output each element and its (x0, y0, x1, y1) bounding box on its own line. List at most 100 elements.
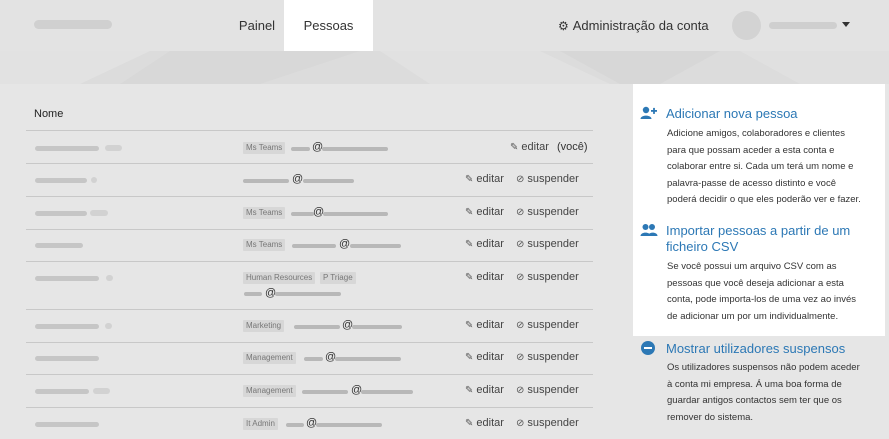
email-user (304, 357, 323, 361)
tab-pessoas[interactable]: Pessoas (284, 0, 373, 51)
description-line: conta, pode importa-los de uma vez ao in… (667, 294, 857, 305)
description-line: à conta mi empresa. Á uma boa forma de (667, 378, 842, 390)
edit-button[interactable]: ✎ editar (465, 271, 504, 283)
description-line: poderá decidir o que eles poderão ver e … (667, 194, 861, 205)
ban-icon: ⊘ (516, 207, 525, 218)
edit-button[interactable]: ✎ editar (510, 141, 549, 153)
account-admin-link[interactable]: ⚙ Administração da conta (558, 0, 709, 51)
column-header-name: Nome (34, 108, 64, 120)
edit-button[interactable]: ✎ editar (465, 173, 504, 185)
import-csv-link[interactable]: Importar pessoas a partir de um ficheiro… (666, 223, 850, 255)
table-row: Management @ ✎ editar ⊘ suspender (26, 375, 593, 407)
description-line: Os utilizadores suspensos não podem aced… (667, 362, 860, 373)
suspend-button[interactable]: ⊘ suspender (516, 319, 579, 331)
chevron-down-icon (842, 22, 850, 27)
person-name (35, 389, 89, 394)
suspend-button[interactable]: ⊘ suspender (516, 417, 579, 429)
pencil-icon: ✎ (465, 385, 474, 396)
suspend-button[interactable]: ⊘ suspender (516, 173, 579, 185)
add-person-link[interactable]: Adicionar nova pessoa (666, 106, 798, 122)
email-user (294, 325, 340, 329)
edit-button[interactable]: ✎ editar (465, 384, 504, 396)
suspend-button[interactable]: ⊘ suspender (516, 351, 579, 363)
email-user (243, 179, 289, 183)
person-status (90, 210, 108, 216)
email-domain (322, 147, 388, 151)
description-line: Adicione amigos, colaboradores e cliente… (667, 128, 845, 139)
edit-button[interactable]: ✎ editar (465, 206, 504, 218)
import-csv-description: Se você possui um arquivo CSV com as pes… (667, 259, 885, 325)
current-user-label: (você) (557, 141, 588, 153)
table-row: Ms Teams @ ✎ editar (você) (26, 131, 593, 163)
description-line: pessoas que você deseja adicionar a esta (667, 277, 844, 289)
person-status (93, 388, 110, 394)
suspend-button[interactable]: ⊘ suspender (516, 238, 579, 250)
description-line: Se você possui um arquivo CSV com as (667, 261, 837, 272)
suspend-label: suspender (527, 417, 579, 429)
user-name (769, 22, 837, 29)
pencil-icon: ✎ (510, 142, 519, 153)
email-user (291, 147, 310, 151)
add-user-icon (640, 106, 657, 119)
email-domain (335, 357, 401, 361)
description-line: de adicionar um por um individualmente. (667, 310, 839, 322)
email-user (286, 423, 304, 427)
table-row: It Admin @ ✎ editar ⊘ suspender (26, 408, 593, 439)
group-tag: Ms Teams (243, 142, 286, 154)
email-at: @ (339, 238, 351, 250)
email-domain (352, 325, 402, 329)
show-suspended-link[interactable]: Mostrar utilizadores suspensos (666, 341, 845, 357)
edit-button[interactable]: ✎ editar (465, 351, 504, 363)
group-tag: It Admin (243, 418, 278, 430)
group-tag: Ms Teams (243, 239, 286, 251)
company-logo[interactable] (34, 20, 112, 29)
avatar (732, 11, 761, 40)
minus-circle-icon (641, 341, 655, 355)
suspend-label: suspender (527, 206, 579, 218)
edit-label: editar (521, 141, 549, 153)
top-navigation-bar: Painel Pessoas ⚙ Administração da conta (0, 0, 889, 51)
edit-label: editar (476, 417, 504, 429)
person-name (35, 211, 87, 216)
suspend-label: suspender (527, 271, 579, 283)
ban-icon: ⊘ (516, 272, 525, 283)
user-menu[interactable] (732, 11, 852, 40)
suspend-button[interactable]: ⊘ suspender (516, 206, 579, 218)
edit-button[interactable]: ✎ editar (465, 319, 504, 331)
users-icon (640, 224, 658, 236)
description-line: guardar antigos contactos sem ter que os (667, 395, 842, 406)
pencil-icon: ✎ (465, 320, 474, 331)
edit-label: editar (476, 351, 504, 363)
person-status (106, 275, 113, 281)
ban-icon: ⊘ (516, 174, 525, 185)
edit-label: editar (476, 319, 504, 331)
suspend-label: suspender (527, 384, 579, 396)
group-tag: P Triage (320, 272, 356, 284)
person-name (35, 178, 87, 183)
suspend-button[interactable]: ⊘ suspender (516, 384, 579, 396)
ban-icon: ⊘ (516, 418, 525, 429)
description-line: para que possam aceder a esta conta e (667, 144, 835, 156)
person-name (35, 324, 99, 329)
pencil-icon: ✎ (465, 418, 474, 429)
suspend-label: suspender (527, 319, 579, 331)
suspend-label: suspender (527, 238, 579, 250)
description-line: palavra-passe de acesso distinto e você (667, 177, 836, 189)
pencil-icon: ✎ (465, 207, 474, 218)
edit-button[interactable]: ✎ editar (465, 238, 504, 250)
import-title-line: ficheiro CSV (666, 239, 739, 254)
email-domain (275, 292, 341, 296)
add-person-description: Adicione amigos, colaboradores e cliente… (667, 126, 885, 209)
person-name (35, 243, 83, 248)
table-row: Marketing @ ✎ editar ⊘ suspender (26, 310, 593, 342)
gear-icon: ⚙ (558, 19, 569, 33)
email-domain (303, 179, 354, 183)
email-domain (323, 212, 388, 216)
person-name (35, 356, 99, 361)
suspend-button[interactable]: ⊘ suspender (516, 271, 579, 283)
email-user (291, 212, 314, 216)
tab-painel[interactable]: Painel (226, 0, 288, 51)
ban-icon: ⊘ (516, 352, 525, 363)
decorative-banner (0, 51, 889, 84)
edit-button[interactable]: ✎ editar (465, 417, 504, 429)
